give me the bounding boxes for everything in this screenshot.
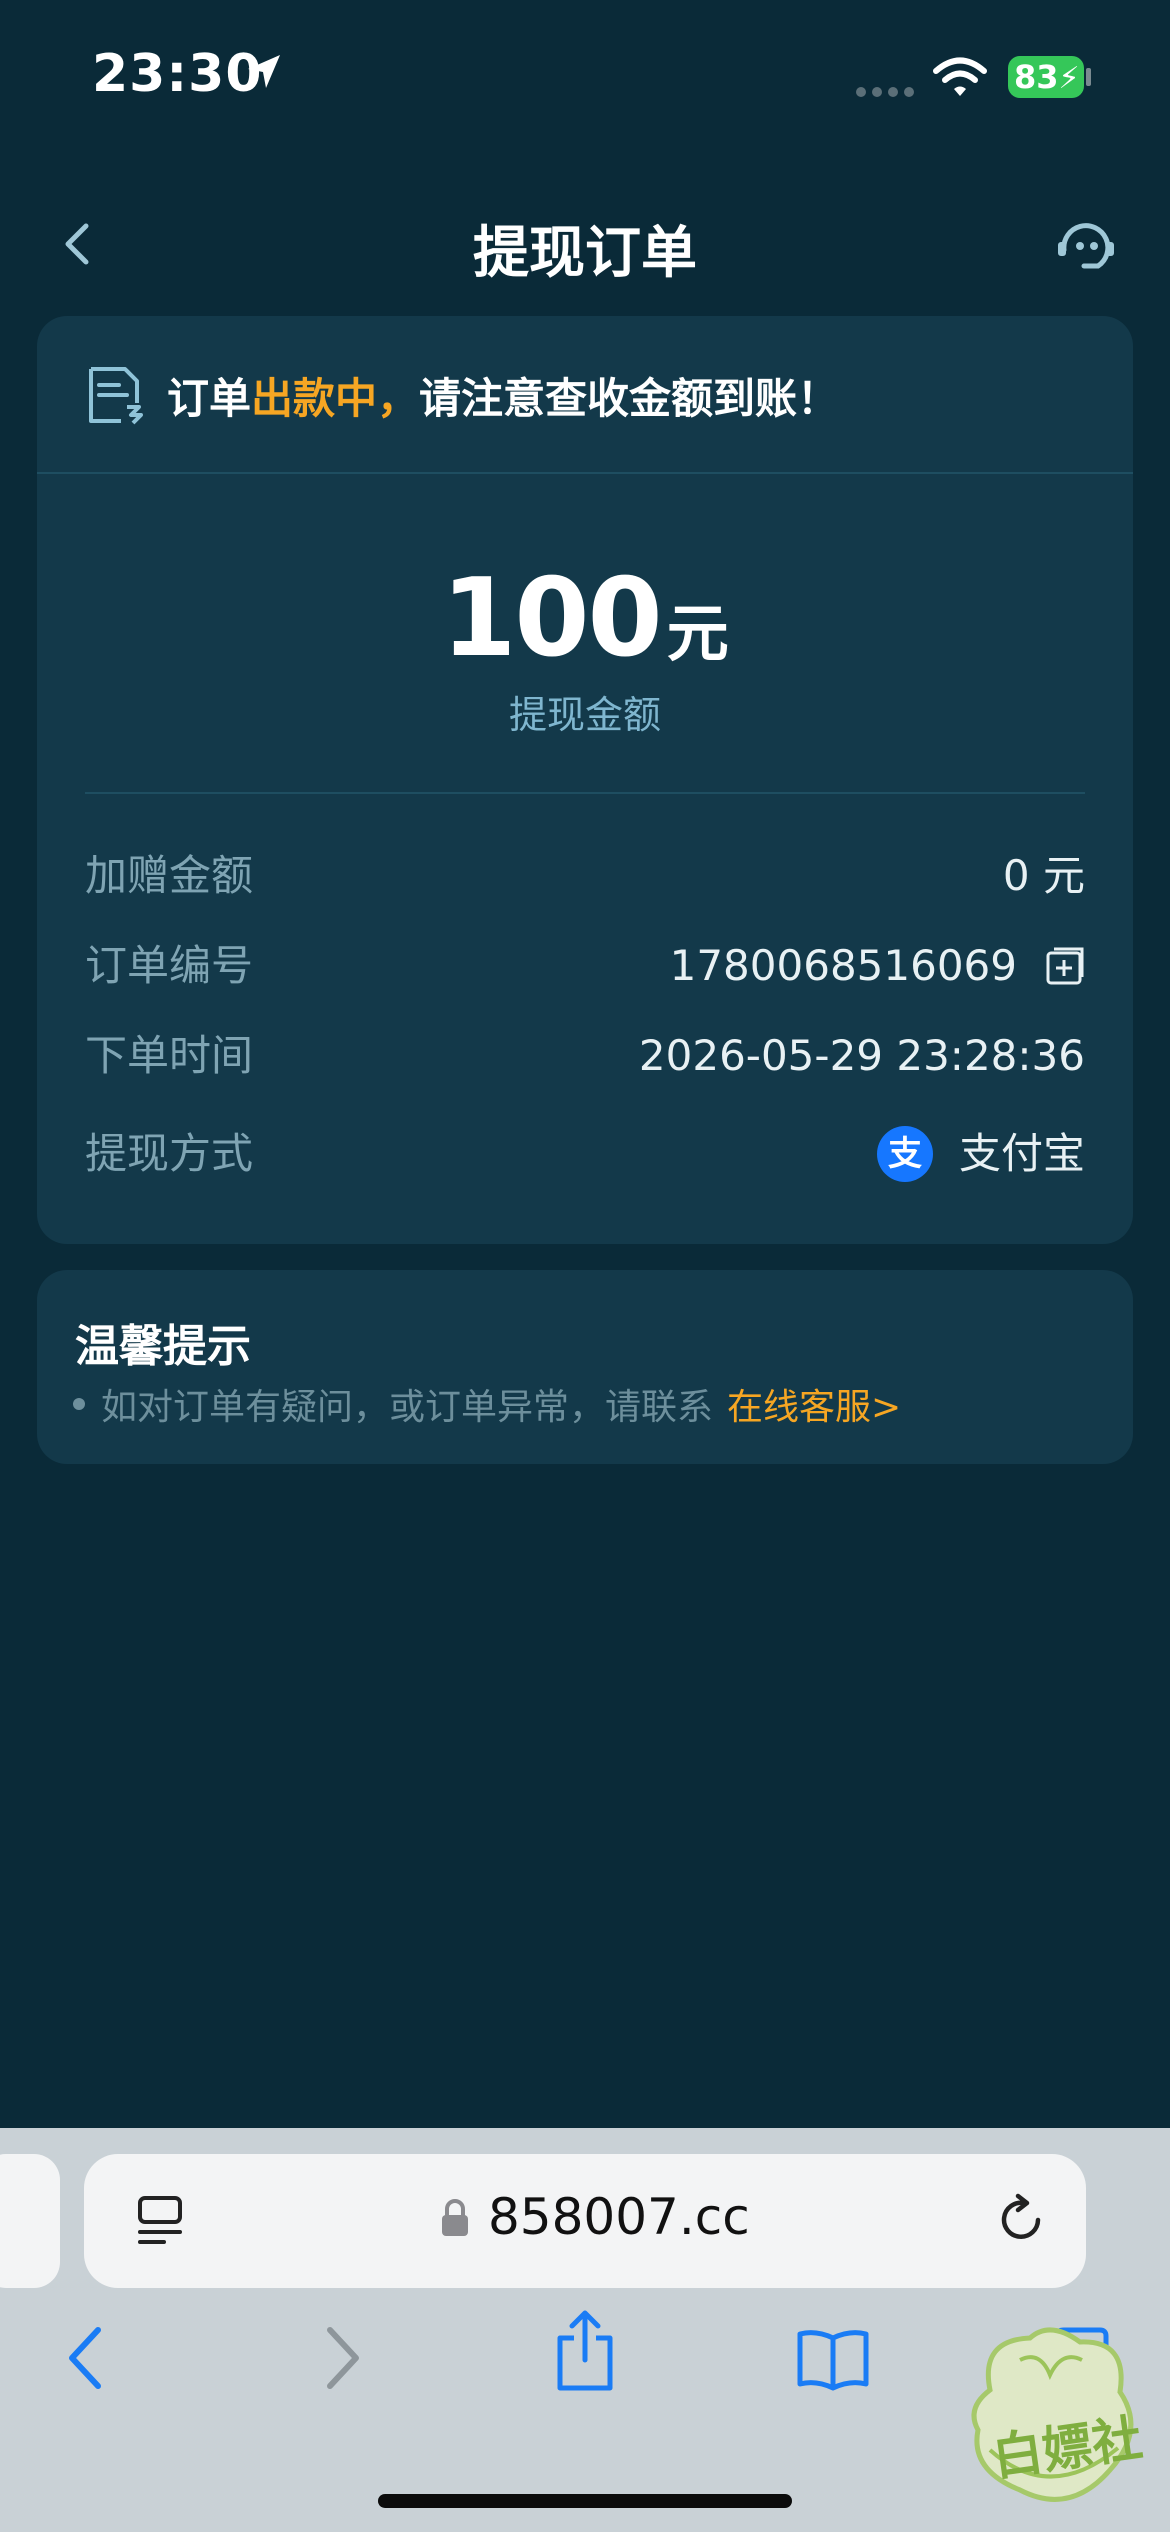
order-time: 2026-05-29 23:28:36 — [638, 1031, 1085, 1080]
lock-icon — [442, 2199, 468, 2236]
info-row-order-time: 下单时间 2026-05-29 23:28:36 — [85, 1026, 1085, 1086]
order-notice: 订单出款中，请注意查收金额到账！ — [83, 360, 839, 430]
info-label: 提现方式 — [85, 1129, 254, 1178]
amount-label: 提现金额 — [508, 693, 661, 737]
tips-title: 温馨提示 — [75, 1321, 251, 1372]
tips-text: 如对订单有疑问，或订单异常，请联系 在线客服> — [73, 1378, 901, 1430]
forward-icon[interactable] — [310, 2320, 370, 2396]
divider — [37, 472, 1133, 474]
watermark-logo: 白嫖社 — [950, 2320, 1160, 2520]
page-title: 提现订单 — [473, 221, 697, 286]
battery-charging-icon: 83⚡ — [1008, 56, 1084, 98]
tips-body: 如对订单有疑问，或订单异常，请联系 — [101, 1387, 714, 1428]
address-bar[interactable]: 858007.cc — [84, 2154, 1086, 2288]
status-time: 23:30 — [92, 44, 263, 104]
signal-icon — [856, 87, 914, 97]
url-text[interactable]: 858007.cc — [488, 2188, 750, 2246]
info-value: 2026-05-29 23:28:36 — [639, 1026, 1085, 1086]
info-value: 1780068516069 — [670, 936, 1085, 996]
wifi-icon — [933, 57, 987, 96]
info-label: 加赠金额 — [85, 851, 254, 900]
withdraw-amount: 100元 — [37, 556, 1133, 681]
info-row-bonus: 加赠金额 0 元 — [85, 846, 1085, 906]
info-value: 支 支付宝 — [876, 1124, 1085, 1184]
page-menu-icon[interactable] — [134, 2194, 186, 2246]
status-bar: 23:30 83⚡ — [0, 0, 1170, 150]
copy-icon[interactable] — [1045, 946, 1085, 986]
back-icon[interactable] — [58, 2320, 118, 2396]
battery-level: 83 — [1014, 58, 1059, 96]
amount-value: 100 — [441, 556, 662, 681]
alipay-icon: 支 — [876, 1126, 933, 1182]
info-label: 下单时间 — [85, 1031, 254, 1080]
reload-icon[interactable] — [994, 2192, 1050, 2248]
divider — [85, 792, 1085, 794]
online-service-link[interactable]: 在线客服> — [727, 1378, 901, 1430]
order-card: 订单出款中，请注意查收金额到账！ 100元 提现金额 加赠金额 0 元 订单编号… — [37, 316, 1133, 1244]
battery-nub — [1086, 68, 1091, 86]
notice-text: 订单出款中，请注意查收金额到账！ — [167, 365, 839, 426]
order-document-icon — [89, 367, 143, 425]
tips-card: 温馨提示 如对订单有疑问，或订单异常，请联系 在线客服> — [37, 1270, 1133, 1464]
order-id: 1780068516069 — [669, 941, 1017, 990]
share-icon[interactable] — [552, 2308, 618, 2392]
notice-suffix: 请注意查收金额到账！ — [419, 373, 840, 423]
bonus-amount: 0 元 — [1002, 851, 1085, 900]
info-row-method: 提现方式 支 支付宝 — [85, 1124, 1085, 1184]
customer-service-icon[interactable] — [1054, 214, 1118, 278]
bullet-dot — [73, 1398, 85, 1410]
info-row-order-id: 订单编号 1780068516069 — [85, 936, 1085, 996]
location-arrow-icon — [248, 55, 280, 88]
payment-method: 支付宝 — [958, 1129, 1085, 1178]
amount-unit: 元 — [666, 597, 729, 670]
home-indicator — [378, 2494, 792, 2508]
info-value: 0 元 — [1003, 846, 1085, 906]
app-root: 23:30 83⚡ 提现订单 订单出款中，请注意查收金额到账！ 100元 提现金… — [0, 0, 1170, 2532]
notice-prefix: 订单 — [167, 373, 252, 423]
bookmarks-icon[interactable] — [796, 2328, 870, 2392]
notice-status: 出款中， — [251, 373, 420, 423]
previous-tab-preview[interactable] — [0, 2154, 60, 2288]
nav-bar: 提现订单 — [0, 190, 1170, 300]
info-label: 订单编号 — [85, 941, 254, 990]
